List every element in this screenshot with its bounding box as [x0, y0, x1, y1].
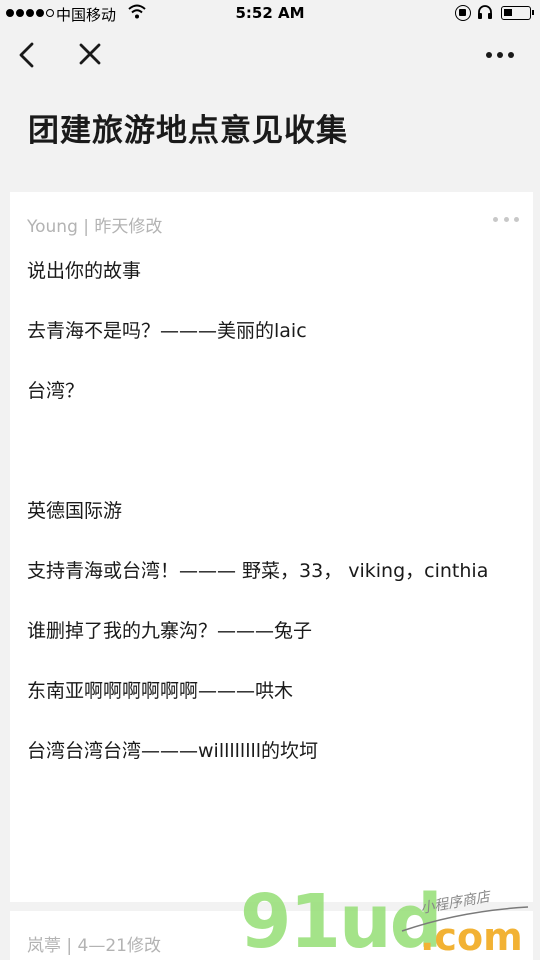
close-icon	[79, 43, 101, 65]
more-dot-icon	[514, 216, 519, 222]
back-icon	[19, 42, 34, 68]
back-button[interactable]	[8, 38, 48, 74]
card-meta: Young | 昨天修改	[27, 217, 163, 237]
headphone-icon	[478, 5, 492, 19]
text-line: 台湾？	[27, 380, 85, 402]
navigation-bar	[0, 28, 540, 84]
card-more-button[interactable]	[493, 214, 519, 224]
status-bar: 中国移动 5:52 AM	[0, 0, 540, 28]
text-line: 说出你的故事	[27, 260, 142, 282]
text-line: 谁删掉了我的九寨沟？———兔子	[27, 620, 313, 642]
comment-card: Young | 昨天修改 说出你的故事 去青海不是吗？———美丽的laic 台湾…	[10, 192, 533, 902]
close-button[interactable]	[70, 38, 110, 74]
more-options-button[interactable]	[478, 38, 518, 74]
battery-icon	[501, 6, 534, 20]
text-line: 支持青海或台湾！——— 野菜，33， viking，cinthia	[27, 560, 489, 582]
page-title: 团建旅游地点意见收集	[28, 113, 348, 149]
more-icon	[486, 52, 514, 58]
more-dot-icon	[503, 216, 509, 222]
card-meta: 岚葶 | 4—21修改	[27, 936, 161, 956]
text-line: 去青海不是吗？———美丽的laic	[27, 320, 307, 342]
text-line: 英德国际游	[27, 500, 123, 522]
rotation-lock-icon	[455, 5, 471, 21]
text-line: 东南亚啊啊啊啊啊啊———哄木	[27, 680, 294, 702]
more-dot-icon	[493, 216, 498, 222]
watermark-domain: .com	[420, 915, 523, 959]
text-line: 台湾台湾台湾———willllllll的坎坷	[27, 740, 319, 762]
card-body: 说出你的故事 去青海不是吗？———美丽的laic 台湾？ 英德国际游 支持青海或…	[27, 256, 523, 766]
